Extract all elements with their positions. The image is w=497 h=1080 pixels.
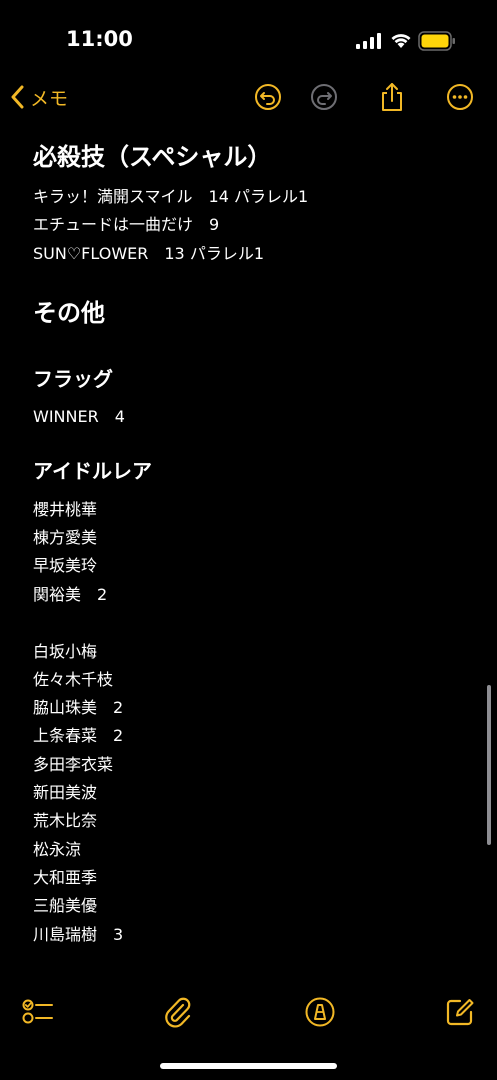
more-icon bbox=[447, 84, 473, 110]
share-icon bbox=[382, 83, 402, 111]
idol-rare-heading: アイドルレア bbox=[33, 459, 152, 483]
bottom-toolbar bbox=[0, 985, 497, 1040]
home-indicator[interactable] bbox=[160, 1063, 337, 1069]
checklist-button[interactable] bbox=[21, 995, 55, 1029]
idol-rare-item: 佐々木千枝 bbox=[33, 670, 114, 689]
status-bar: 11:00 bbox=[0, 0, 497, 80]
markup-pen-icon bbox=[305, 997, 335, 1027]
redo-button[interactable] bbox=[309, 82, 339, 112]
cellular-signal-icon bbox=[356, 33, 381, 49]
idol-rare-item: 櫻井桃華 bbox=[33, 500, 98, 519]
idol-rare-item: 関裕美 2 bbox=[33, 585, 108, 604]
undo-icon bbox=[255, 84, 281, 110]
idol-rare-item: 川島瑞樹 3 bbox=[33, 925, 124, 944]
checklist-icon bbox=[22, 999, 53, 1024]
idol-rare-item: 脇山珠美 2 bbox=[33, 698, 124, 717]
status-time: 11:00 bbox=[66, 27, 133, 51]
special-item: エチュードは一曲だけ 9 bbox=[33, 215, 220, 234]
more-button[interactable] bbox=[445, 82, 475, 112]
special-heading: 必殺技（スペシャル） bbox=[33, 143, 272, 171]
flag-heading: フラッグ bbox=[33, 367, 113, 391]
compose-button[interactable] bbox=[443, 995, 477, 1029]
chevron-left-icon bbox=[11, 85, 24, 109]
attachment-button[interactable] bbox=[161, 995, 195, 1029]
idol-rare-item: 棟方愛美 bbox=[33, 528, 98, 547]
idol-rare-item: 上条春菜 2 bbox=[33, 726, 124, 745]
back-label: メモ bbox=[30, 87, 69, 110]
idol-rare-item: 松永涼 bbox=[33, 840, 82, 859]
idol-rare-item: 新田美波 bbox=[33, 783, 98, 802]
redo-icon bbox=[311, 84, 337, 110]
idol-rare-item: 大和亜季 bbox=[33, 868, 98, 887]
idol-rare-item: 多田李衣菜 bbox=[33, 755, 114, 774]
other-heading: その他 bbox=[33, 299, 105, 327]
idol-rare-item: 早坂美玲 bbox=[33, 556, 98, 575]
back-button[interactable]: メモ bbox=[10, 82, 68, 112]
idol-rare-item: 荒木比奈 bbox=[33, 811, 98, 830]
idol-rare-item: 白坂小梅 bbox=[33, 642, 98, 661]
special-item: キラッ！満開スマイル 14 パラレル1 bbox=[33, 187, 309, 206]
paperclip-icon bbox=[165, 997, 191, 1028]
compose-icon bbox=[446, 999, 474, 1026]
idol-rare-item: 三船美優 bbox=[33, 896, 98, 915]
wifi-icon bbox=[391, 34, 411, 48]
flag-item: WINNER 4 bbox=[33, 407, 125, 426]
scroll-indicator[interactable] bbox=[487, 685, 491, 845]
special-item: SUN♡FLOWER 13 パラレル1 bbox=[33, 244, 264, 263]
undo-button[interactable] bbox=[253, 82, 283, 112]
markup-button[interactable] bbox=[303, 995, 337, 1029]
navigation-bar: メモ bbox=[0, 72, 497, 122]
battery-icon bbox=[418, 31, 455, 51]
share-button[interactable] bbox=[377, 82, 407, 112]
